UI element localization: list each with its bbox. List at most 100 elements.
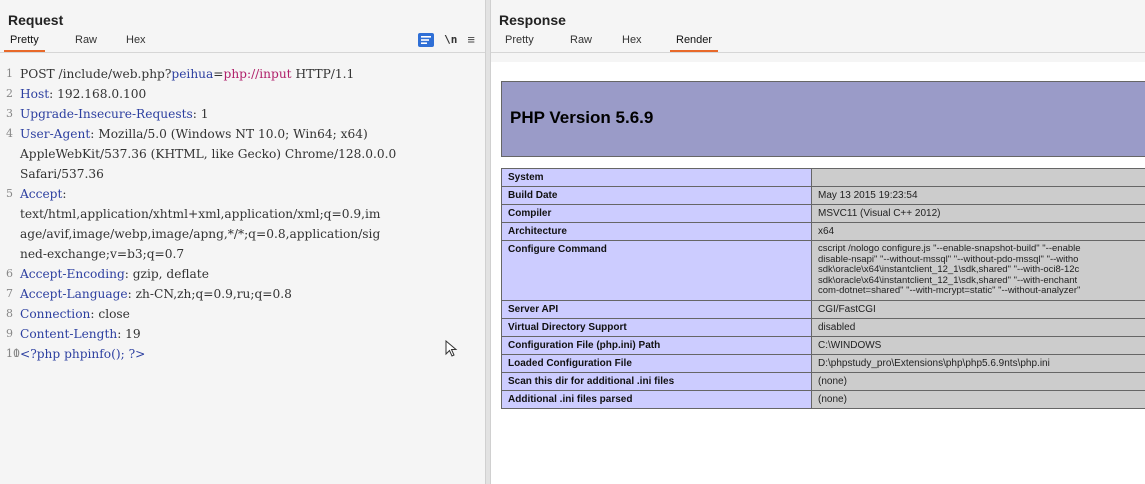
code-line[interactable]: 8 Connection: close <box>0 304 485 324</box>
request-pane: Request Pretty Raw Hex \n ≡ 1 POST /inclu… <box>0 0 485 484</box>
line-number: 5 <box>6 187 13 200</box>
code-line[interactable]: 2 Host: 192.168.0.100 <box>0 84 485 104</box>
code-token: : 1 <box>192 107 209 121</box>
row-value: cscript /nologo configure.js "--enable-s… <box>811 240 1145 301</box>
table-row: Configuration File (php.ini) Path C:\WIND… <box>501 335 1145 355</box>
code-line[interactable]: Safari/537.36 <box>0 164 485 184</box>
code-token: : close <box>90 307 130 321</box>
table-row: Configure Command cscript /nologo configu… <box>501 240 1145 301</box>
tab-request-raw[interactable]: Raw <box>75 34 97 46</box>
row-value: (none) <box>811 371 1145 391</box>
code-line[interactable]: text/html,application/xhtml+xml,applicat… <box>0 204 485 224</box>
php-version-header: PHP Version 5.6.9 <box>501 81 1145 157</box>
code-token: : gzip, deflate <box>124 267 209 281</box>
line-number: 2 <box>6 87 13 100</box>
row-key: Compiler <box>501 204 812 223</box>
line-number: 8 <box>6 307 13 320</box>
code-token: Accept <box>20 187 63 201</box>
code-token: ned-exchange;v=b3;q=0.7 <box>20 247 185 261</box>
code-line[interactable]: age/avif,image/webp,image/apng,*/*;q=0.8… <box>0 224 485 244</box>
code-line[interactable]: 3 Upgrade-Insecure-Requests: 1 <box>0 104 485 124</box>
table-row: Additional .ini files parsed (none) <box>501 389 1145 409</box>
code-line[interactable]: ned-exchange;v=b3;q=0.7 <box>0 244 485 264</box>
code-line[interactable]: 9 Content-Length: 19 <box>0 324 485 344</box>
code-token: Content-Length <box>20 327 118 341</box>
line-number: 11 <box>6 347 20 360</box>
mouse-cursor-icon <box>445 340 458 357</box>
row-value: May 13 2015 19:23:54 <box>811 186 1145 205</box>
row-key: Build Date <box>501 186 812 205</box>
row-value: x64 <box>811 222 1145 241</box>
row-value: disabled <box>811 317 1145 337</box>
show-newlines-icon[interactable]: \n <box>444 33 457 46</box>
code-token: : Mozilla/5.0 (Windows NT 10.0; Win64; x… <box>90 127 368 141</box>
code-token: peihua <box>171 67 214 81</box>
row-key: System <box>501 168 812 187</box>
code-line[interactable]: 7 Accept-Language: zh-CN,zh;q=0.9,ru;q=0.… <box>0 284 485 304</box>
configure-command-text: cscript /nologo configure.js "--enable-s… <box>818 243 1081 296</box>
table-row: Build Date May 13 2015 19:23:54 <box>501 186 1145 205</box>
table-row: Scan this dir for additional .ini files(… <box>501 371 1145 391</box>
row-key: Scan this dir for additional .ini files <box>501 371 812 391</box>
line-number: 4 <box>6 127 13 140</box>
table-row: Server API CGI/FastCGI <box>501 299 1145 319</box>
code-token: Accept-Language <box>20 287 128 301</box>
row-value: (none) <box>811 389 1145 409</box>
code-token: = <box>213 67 224 81</box>
row-value: MSVC11 (Visual C++ 2012) <box>811 204 1145 223</box>
request-title: Request <box>8 12 64 28</box>
row-value: C:\WINDOWS <box>811 335 1145 355</box>
line-number: 3 <box>6 107 13 120</box>
code-token: Safari/537.36 <box>20 167 104 181</box>
line-number: 9 <box>6 327 13 340</box>
request-tabs: Pretty Raw Hex \n ≡ <box>0 30 485 53</box>
response-pane: Response Pretty Raw Hex Render PHP Versi… <box>491 0 1145 484</box>
row-key: Additional .ini files parsed <box>501 389 812 409</box>
table-row: System <box>501 168 1145 187</box>
table-row: Loaded Configuration File D:\phpstudy_pro… <box>501 353 1145 373</box>
table-row: Compiler MSVC11 (Visual C++ 2012) <box>501 204 1145 223</box>
menu-icon[interactable]: ≡ <box>467 32 475 47</box>
response-tabs: Pretty Raw Hex Render <box>491 30 1145 53</box>
php-version-title: PHP Version 5.6.9 <box>510 108 654 127</box>
row-value: D:\phpstudy_pro\Extensions\php\php5.6.9n… <box>811 353 1145 373</box>
code-token: <?php phpinfo(); ?> <box>20 347 146 361</box>
code-line[interactable]: 4 User-Agent: Mozilla/5.0 (Windows NT 10.… <box>0 124 485 144</box>
code-token: Connection <box>20 307 91 321</box>
row-key: Configuration File (php.ini) Path <box>501 335 812 355</box>
code-token: Host <box>20 87 50 101</box>
code-token: HTTP/1.1 <box>291 67 355 81</box>
code-token: POST /include/web.php? <box>20 67 172 81</box>
code-token: Accept-Encoding <box>20 267 125 281</box>
code-token: text/html,application/xhtml+xml,applicat… <box>20 207 381 221</box>
code-token: : 19 <box>117 327 141 341</box>
code-line[interactable]: 11 <?php phpinfo(); ?> <box>0 344 485 364</box>
tab-response-hex[interactable]: Hex <box>622 34 642 46</box>
word-wrap-icon[interactable] <box>418 32 435 47</box>
row-value <box>811 168 1145 187</box>
code-token: age/avif,image/webp,image/apng,*/*;q=0.8… <box>20 227 381 241</box>
code-token: AppleWebKit/537.36 (KHTML, like Gecko) C… <box>20 147 397 161</box>
row-key: Configure Command <box>501 240 812 301</box>
row-key: Virtual Directory Support <box>501 317 812 337</box>
code-token: : <box>62 187 67 201</box>
tab-response-render[interactable]: Render <box>669 34 719 52</box>
code-line[interactable]: 1 POST /include/web.php?peihua=php://inpu… <box>0 64 485 84</box>
phpinfo-table: System Build Date May 13 2015 19:23:54 Comp… <box>501 168 1145 409</box>
tab-request-hex[interactable]: Hex <box>126 34 146 46</box>
render-view: PHP Version 5.6.9 System Build Date May 13… <box>491 62 1145 484</box>
tab-response-raw[interactable]: Raw <box>570 34 592 46</box>
row-key: Loaded Configuration File <box>501 353 812 373</box>
row-value: CGI/FastCGI <box>811 299 1145 319</box>
code-token: : 192.168.0.100 <box>49 87 147 101</box>
row-key: Architecture <box>501 222 812 241</box>
code-line[interactable]: AppleWebKit/537.36 (KHTML, like Gecko) C… <box>0 144 485 164</box>
tab-response-pretty[interactable]: Pretty <box>505 34 534 46</box>
tab-request-pretty[interactable]: Pretty <box>4 34 45 52</box>
row-key: Server API <box>501 299 812 319</box>
request-editor[interactable]: 1 POST /include/web.php?peihua=php://inpu… <box>0 64 485 364</box>
line-number: 6 <box>6 267 13 280</box>
code-line[interactable]: 6 Accept-Encoding: gzip, deflate <box>0 264 485 284</box>
line-number: 1 <box>6 67 13 80</box>
code-line[interactable]: 5 Accept: <box>0 184 485 204</box>
